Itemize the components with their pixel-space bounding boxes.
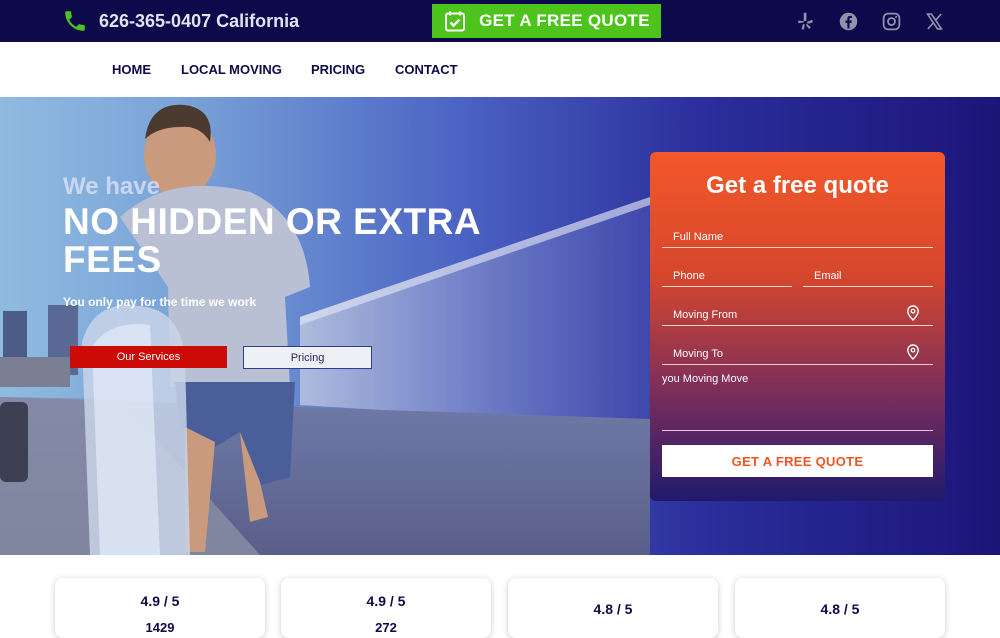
- rating-card: 4.8 / 5: [735, 578, 945, 638]
- facebook-link[interactable]: [827, 9, 870, 33]
- hero-subtitle: You only pay for the time we work: [63, 295, 257, 309]
- nav-item-pricing[interactable]: PRICING: [311, 62, 365, 77]
- yelp-link[interactable]: [784, 9, 827, 33]
- form-title: Get a free quote: [706, 172, 889, 199]
- our-services-button[interactable]: Our Services: [70, 346, 227, 368]
- full-name-placeholder: Full Name: [673, 231, 724, 243]
- phone-link[interactable]: 626-365-0407 California: [62, 8, 299, 34]
- social-links: [784, 9, 956, 33]
- nav-item-home[interactable]: HOME: [112, 62, 151, 77]
- submit-quote-button[interactable]: GET A FREE QUOTE: [662, 445, 933, 477]
- rating-card: 4.9 / 5 1429: [55, 578, 265, 638]
- hero-kicker: We have: [63, 173, 160, 200]
- moving-to-field[interactable]: Moving To: [662, 329, 933, 365]
- nav-item-contact[interactable]: CONTACT: [395, 62, 458, 77]
- moving-to-placeholder: Moving To: [673, 348, 723, 360]
- rating-card: 4.9 / 5 272: [281, 578, 491, 638]
- review-count: 272: [375, 620, 397, 635]
- ratings-section: 4.9 / 5 1429 4.9 / 5 272 4.8 / 5 4.8 / 5: [0, 555, 1000, 638]
- facebook-icon: [839, 12, 858, 30]
- instagram-link[interactable]: [870, 9, 913, 33]
- phone-number: 626-365-0407 California: [99, 10, 300, 31]
- instagram-icon: [882, 12, 901, 30]
- location-pin-icon: [907, 305, 919, 321]
- moving-from-field[interactable]: Moving From: [662, 290, 933, 326]
- full-name-field[interactable]: Full Name: [662, 212, 933, 248]
- x-link[interactable]: [913, 9, 956, 33]
- hero-section: We have NO HIDDEN OR EXTRA FEES You only…: [0, 97, 1000, 555]
- get-free-quote-button[interactable]: GET A FREE QUOTE: [432, 4, 661, 38]
- pricing-button[interactable]: Pricing: [243, 346, 372, 369]
- rating-score: 4.9 / 5: [366, 593, 406, 609]
- location-pin-icon: [907, 344, 919, 360]
- hero-title: NO HIDDEN OR EXTRA FEES: [63, 201, 480, 280]
- phone-placeholder: Phone: [673, 270, 705, 282]
- get-free-quote-label: GET A FREE QUOTE: [479, 11, 650, 30]
- rating-card: 4.8 / 5: [508, 578, 718, 638]
- rating-score: 4.8 / 5: [593, 601, 633, 617]
- x-icon: [926, 12, 943, 30]
- main-nav: HOME LOCAL MOVING PRICING CONTACT: [0, 42, 1000, 97]
- rating-score: 4.9 / 5: [140, 593, 180, 609]
- calendar-check-icon: [445, 11, 466, 32]
- moving-from-placeholder: Moving From: [673, 309, 738, 321]
- review-count: 1429: [145, 620, 175, 635]
- nav-item-local-moving[interactable]: LOCAL MOVING: [181, 62, 282, 77]
- rating-score: 4.8 / 5: [820, 601, 860, 617]
- message-placeholder: you Moving Move: [662, 373, 749, 385]
- top-bar: 626-365-0407 California GET A FREE QUOTE: [0, 0, 1000, 42]
- yelp-icon: [798, 12, 813, 29]
- email-field[interactable]: Email: [803, 251, 933, 287]
- phone-icon: [65, 11, 85, 31]
- email-placeholder: Email: [814, 270, 842, 282]
- phone-field[interactable]: Phone: [662, 251, 792, 287]
- quote-form: Get a free quote Full Name Phone Email M…: [650, 152, 945, 501]
